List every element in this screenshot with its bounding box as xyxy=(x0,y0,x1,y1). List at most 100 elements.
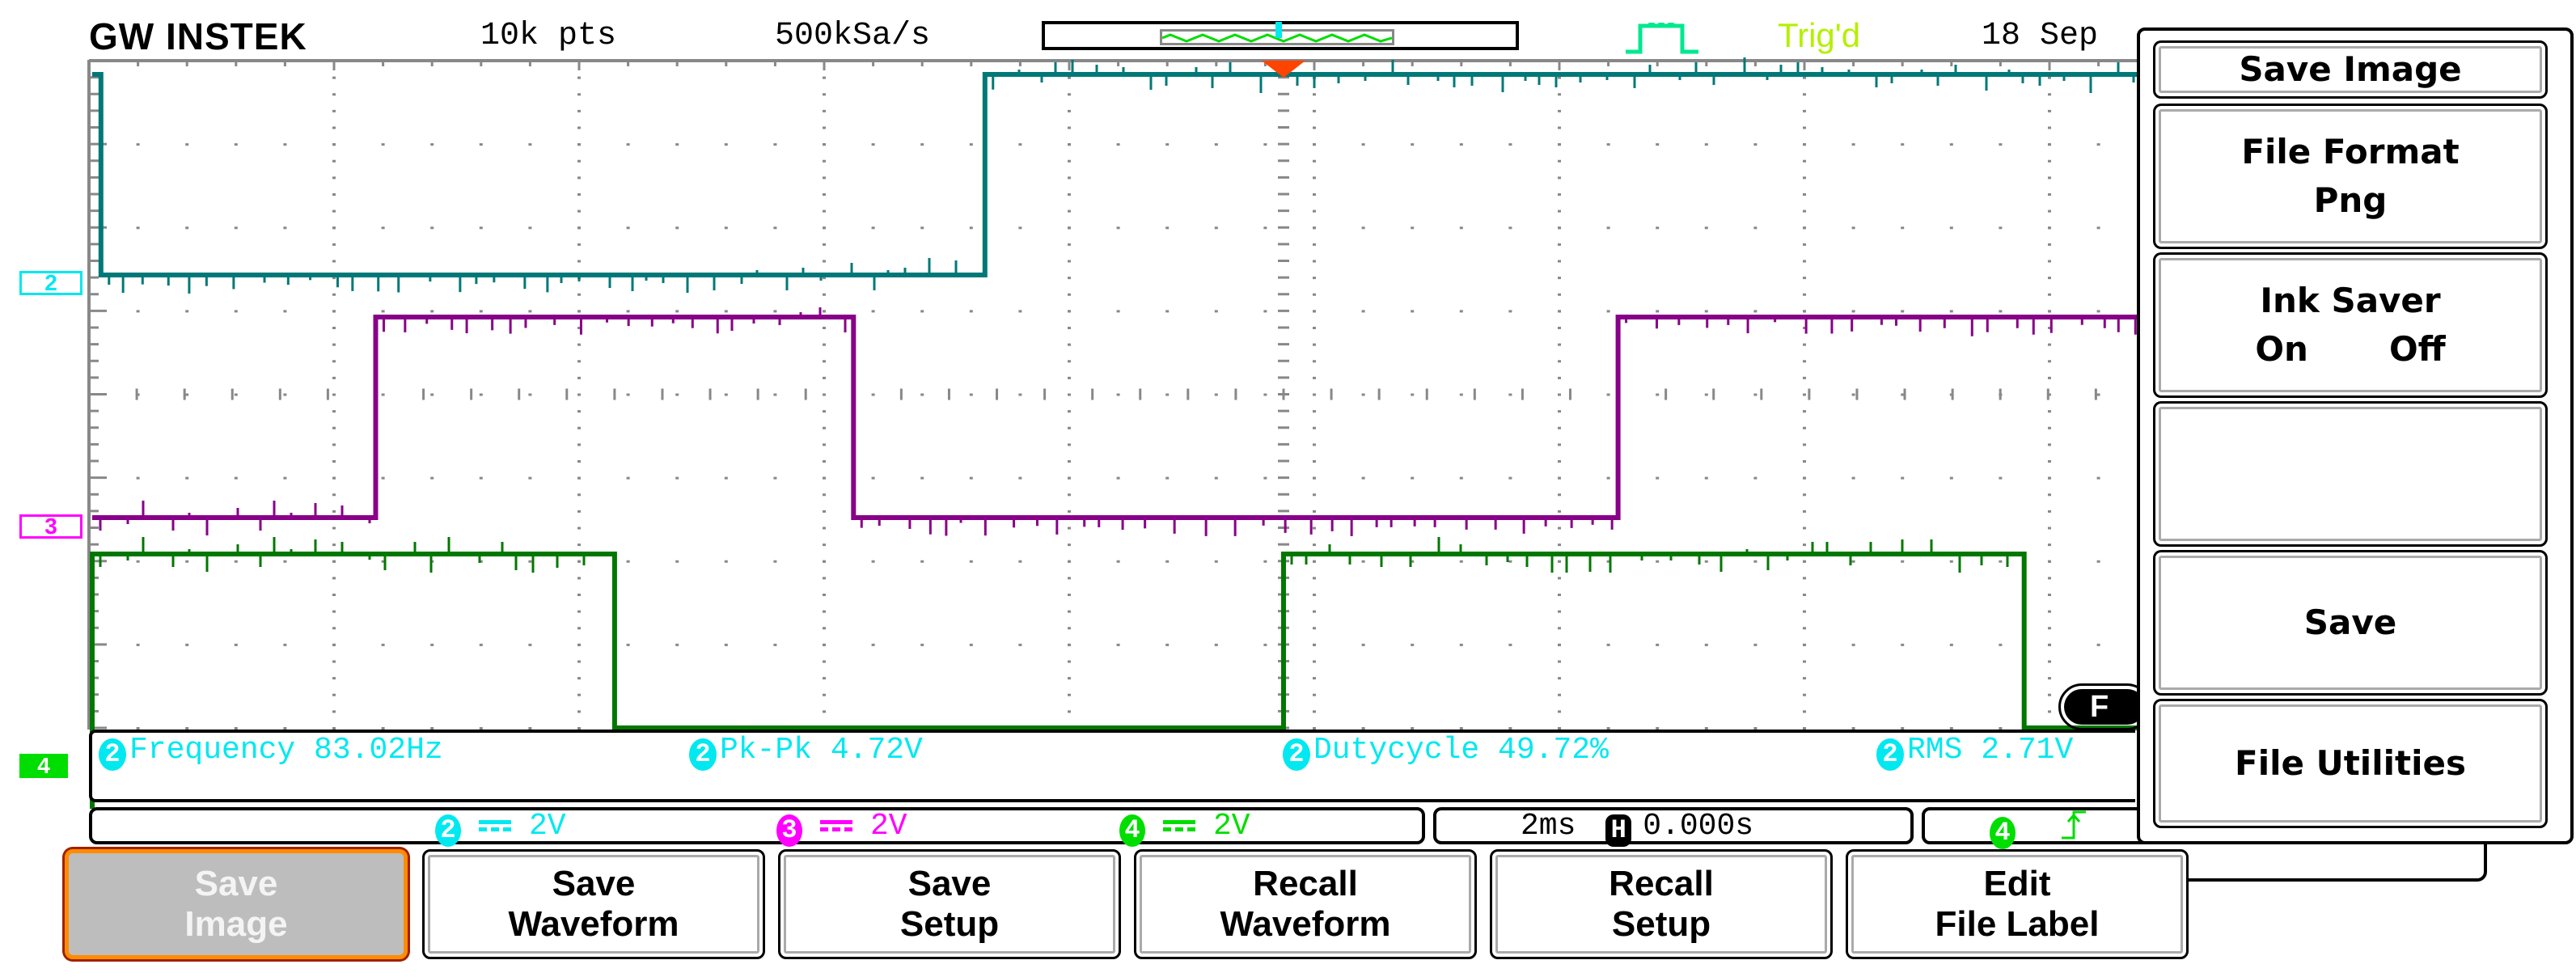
file-format-button[interactable]: File Format Png xyxy=(2153,104,2548,249)
grid-dot xyxy=(1313,527,1316,530)
grid-dot xyxy=(381,226,385,230)
grid-dot xyxy=(773,476,777,480)
grid-dot xyxy=(1558,277,1561,280)
recall-setup-tab[interactable]: Recall Setup xyxy=(1490,849,1833,959)
grid-dot xyxy=(823,560,826,563)
grid-dot xyxy=(1558,443,1561,446)
grid-dot xyxy=(823,176,826,180)
ch2-status[interactable]: 2 2V xyxy=(435,809,566,847)
grid-dot xyxy=(675,643,679,646)
grid-dot xyxy=(1558,93,1561,96)
grid-dot xyxy=(332,476,336,480)
ch4-status[interactable]: 4 2V xyxy=(1119,809,1250,847)
grid-dot xyxy=(332,693,336,696)
side-empty-button[interactable] xyxy=(2153,401,2548,547)
ink-saver-button[interactable]: Ink Saver On Off xyxy=(2153,252,2548,398)
grid-dot xyxy=(1214,476,1218,480)
grid-dot xyxy=(1068,310,1071,313)
grid-dot xyxy=(871,476,875,480)
grid-dot xyxy=(577,260,581,263)
recall-waveform-tab[interactable]: Recall Waveform xyxy=(1134,849,1477,959)
grid-dot xyxy=(577,560,581,563)
grid-dot xyxy=(2048,410,2051,413)
save-image-tab[interactable]: Save Image xyxy=(65,849,408,959)
ch2-badge-icon: 2 xyxy=(435,814,461,847)
horizontal-position-icon: H xyxy=(1605,814,1632,847)
grid-dot xyxy=(479,476,483,480)
grid-dot xyxy=(1558,376,1561,379)
grid-dot xyxy=(1851,643,1855,646)
grid-dot xyxy=(1508,226,1512,230)
grid-dot xyxy=(1411,643,1415,646)
grid-dot xyxy=(1068,710,1071,713)
ch2-badge-icon: 2 xyxy=(1876,738,1904,771)
grid-dot xyxy=(332,510,336,513)
grid-dot xyxy=(1803,226,1806,230)
grid-dot xyxy=(332,76,336,79)
grid-dot xyxy=(969,310,973,313)
grid-dot xyxy=(577,543,581,547)
grid-dot xyxy=(1068,443,1071,446)
grid-dot xyxy=(1165,310,1170,313)
grid-dot xyxy=(577,426,581,429)
grid-dot xyxy=(1803,126,1806,129)
grid-dot xyxy=(332,426,336,429)
grid-dot xyxy=(2048,143,2051,146)
grid-dot xyxy=(1949,226,1953,230)
grid-dot xyxy=(1704,310,1708,313)
grid-dot xyxy=(332,376,336,379)
grid-dot xyxy=(2048,109,2051,112)
grid-dot xyxy=(1214,393,1218,396)
grid-dot xyxy=(1263,643,1267,646)
grid-dot xyxy=(528,476,532,480)
grid-dot xyxy=(626,226,630,230)
grid-dot xyxy=(2048,476,2051,480)
timebase-status[interactable]: 2ms H 0.000s xyxy=(1521,809,1753,847)
grid-dot xyxy=(234,310,238,313)
grid-dot xyxy=(577,643,581,646)
ch2-ground-marker[interactable]: 2 xyxy=(19,271,82,295)
grid-dot xyxy=(1313,260,1316,263)
grid-dot xyxy=(1313,343,1316,346)
grid-dot xyxy=(1068,660,1071,663)
ch3-status[interactable]: 3 2V xyxy=(776,809,907,847)
grid-dot xyxy=(724,560,728,563)
file-utilities-button[interactable]: File Utilities xyxy=(2153,699,2548,828)
ch4-ground-marker[interactable]: 4 xyxy=(19,754,68,778)
grid-dot xyxy=(1803,143,1806,146)
grid-dot xyxy=(1558,260,1561,263)
ch3-ground-marker[interactable]: 3 xyxy=(19,514,82,539)
grid-dot xyxy=(1313,627,1316,630)
save-button[interactable]: Save xyxy=(2153,550,2548,696)
grid-dot xyxy=(823,643,826,646)
grid-dot xyxy=(1558,209,1561,213)
grid-dot xyxy=(577,193,581,196)
grid-dot xyxy=(1068,510,1071,513)
grid-dot xyxy=(1606,310,1610,313)
grid-dot xyxy=(1361,476,1365,480)
grid-dot xyxy=(823,510,826,513)
grid-dot xyxy=(2048,627,2051,630)
grid-dot xyxy=(1851,143,1855,146)
grid-dot xyxy=(1313,310,1316,313)
grid-dot xyxy=(1068,560,1071,563)
grid-dot xyxy=(577,410,581,413)
grid-dot xyxy=(430,643,434,646)
grid-dot xyxy=(1068,293,1071,296)
grid-dot xyxy=(823,543,826,547)
grid-dot xyxy=(1704,476,1708,480)
grid-dot xyxy=(823,93,826,96)
grid-dot xyxy=(430,476,434,480)
grid-dot xyxy=(1656,476,1660,480)
grid-dot xyxy=(871,643,875,646)
edit-file-label-tab[interactable]: Edit File Label xyxy=(1846,849,2189,959)
grid-dot xyxy=(1459,143,1463,146)
measurement-rms: 2 RMS 2.71V xyxy=(1876,733,2135,771)
grid-dot xyxy=(871,310,875,313)
grid-dot xyxy=(1214,226,1218,230)
save-setup-tab[interactable]: Save Setup xyxy=(778,849,1121,959)
save-waveform-tab[interactable]: Save Waveform xyxy=(422,849,765,959)
grid-dot xyxy=(2048,594,2051,596)
grid-dot xyxy=(1068,493,1071,497)
side-menu: Save Image File Format Png Ink Saver On … xyxy=(2137,27,2574,844)
